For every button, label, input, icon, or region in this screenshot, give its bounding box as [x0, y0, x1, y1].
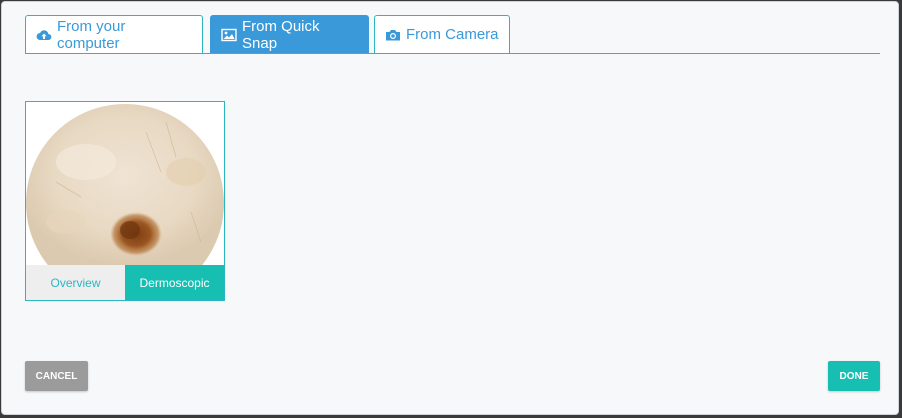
- cloud-upload-icon: [36, 28, 52, 42]
- done-button[interactable]: DONE: [828, 361, 880, 391]
- upload-dialog: From your computer From Quick Snap From …: [1, 1, 899, 415]
- tab-from-computer[interactable]: From your computer: [25, 15, 203, 53]
- tab-from-quick-snap[interactable]: From Quick Snap: [210, 15, 369, 53]
- image-type-toggle: Overview Dermoscopic: [26, 265, 224, 300]
- camera-icon: [385, 28, 401, 42]
- image-icon: [221, 28, 237, 42]
- dermoscopic-button[interactable]: Dermoscopic: [125, 265, 224, 300]
- overview-button[interactable]: Overview: [26, 265, 125, 300]
- snap-image-card[interactable]: Overview Dermoscopic: [25, 101, 225, 301]
- cancel-button[interactable]: CANCEL: [25, 361, 88, 391]
- tab-label: From Quick Snap: [242, 17, 320, 52]
- tab-label: From your computer: [57, 17, 126, 52]
- dermoscopic-image: [26, 102, 224, 265]
- tab-from-camera[interactable]: From Camera: [374, 15, 510, 53]
- source-tabs: From your computer From Quick Snap From …: [25, 15, 880, 54]
- tab-label: From Camera: [406, 26, 499, 43]
